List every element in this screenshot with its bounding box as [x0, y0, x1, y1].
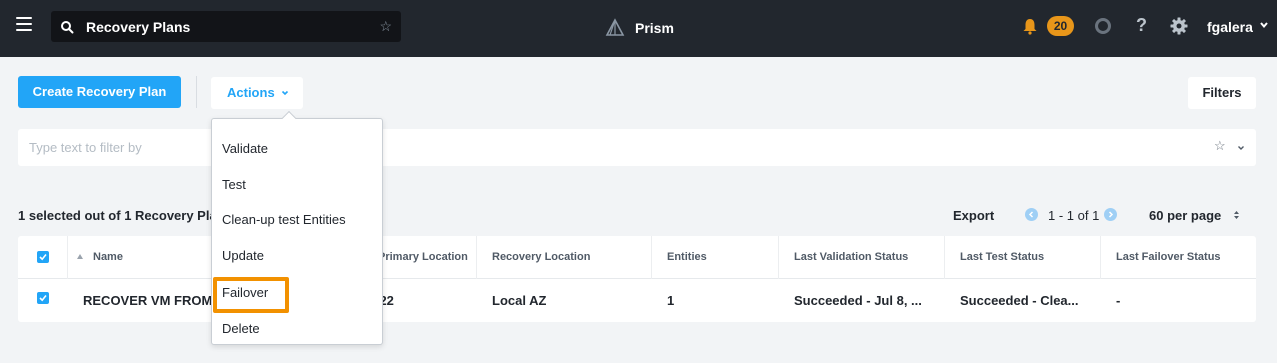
cell-last-test-status: Succeeded - Clea...	[960, 293, 1079, 308]
column-divider	[1100, 236, 1101, 279]
star-icon[interactable]: ☆	[1214, 138, 1226, 154]
actions-label: Actions	[227, 85, 275, 100]
star-icon[interactable]: ☆	[379, 18, 392, 35]
column-divider	[476, 236, 477, 279]
filter-input[interactable]	[18, 129, 1198, 166]
global-search[interactable]: Recovery Plans ☆	[51, 11, 401, 42]
column-header-recovery-location[interactable]: Recovery Location	[492, 236, 590, 279]
notification-count-badge[interactable]: 20	[1047, 16, 1074, 36]
chevron-down-icon	[281, 90, 289, 96]
top-bar: Recovery Plans ☆ Prism 20 ? fgalera	[0, 0, 1277, 57]
column-divider	[651, 236, 652, 279]
cell-last-failover-status: -	[1116, 293, 1121, 308]
actions-dropdown-button[interactable]: Actions	[211, 77, 303, 109]
sort-ascending-icon[interactable]	[77, 254, 83, 259]
table-header: Name Primary Location Recovery Location …	[18, 236, 1256, 279]
sort-arrows-icon[interactable]	[1233, 210, 1240, 220]
gear-icon[interactable]	[1170, 17, 1188, 35]
export-link[interactable]: Export	[953, 208, 994, 223]
column-divider	[944, 236, 945, 279]
cell-recovery-location: Local AZ	[492, 293, 547, 308]
checkmark-icon	[39, 253, 47, 261]
column-header-last-test-status[interactable]: Last Test Status	[960, 236, 1044, 279]
filters-button[interactable]: Filters	[1188, 77, 1256, 109]
health-status-icon[interactable]	[1095, 18, 1111, 34]
chevron-left-icon	[1028, 211, 1034, 218]
column-divider	[67, 236, 68, 279]
selection-summary: 1 selected out of 1 Recovery Plans	[18, 208, 232, 223]
select-all-checkbox[interactable]	[37, 251, 49, 263]
recovery-plans-table: Name Primary Location Recovery Location …	[18, 236, 1256, 322]
filter-bar: ☆	[18, 129, 1256, 166]
create-recovery-plan-button[interactable]: Create Recovery Plan	[18, 76, 181, 108]
menu-item-test[interactable]: Test	[222, 177, 246, 192]
prism-logo-icon	[605, 18, 625, 36]
toolbar-divider	[196, 76, 197, 108]
menu-item-update[interactable]: Update	[222, 248, 264, 263]
checkmark-icon	[39, 294, 47, 302]
column-header-primary-location[interactable]: Primary Location	[378, 236, 474, 279]
menu-item-clean-up-test-entities[interactable]: Clean-up test Entities	[222, 212, 346, 227]
row-checkbox[interactable]	[37, 292, 49, 304]
chevron-down-icon[interactable]	[1259, 20, 1269, 30]
search-icon	[61, 21, 74, 34]
menu-item-failover[interactable]: Failover	[222, 285, 268, 300]
column-header-last-failover-status[interactable]: Last Failover Status	[1116, 236, 1221, 279]
chevron-down-icon[interactable]	[1237, 144, 1245, 152]
actions-dropdown-menu: Validate Test Clean-up test Entities Upd…	[211, 110, 383, 345]
next-page-button[interactable]	[1104, 208, 1117, 221]
cell-entities: 1	[667, 293, 675, 308]
chevron-right-icon	[1108, 211, 1114, 218]
hamburger-menu-icon[interactable]	[16, 17, 32, 31]
search-query-text[interactable]: Recovery Plans	[86, 19, 190, 35]
menu-pointer	[281, 110, 297, 126]
column-header-name[interactable]: Name	[93, 236, 123, 279]
help-icon[interactable]: ?	[1136, 15, 1147, 36]
bell-icon[interactable]	[1021, 17, 1039, 35]
column-header-entities[interactable]: Entities	[667, 236, 707, 279]
column-header-last-validation-status[interactable]: Last Validation Status	[794, 236, 908, 279]
menu-item-delete[interactable]: Delete	[222, 321, 260, 336]
previous-page-button[interactable]	[1025, 208, 1038, 221]
menu-item-validate[interactable]: Validate	[222, 141, 268, 156]
cell-last-validation-status: Succeeded - Jul 8, ...	[794, 293, 922, 308]
column-divider	[778, 236, 779, 279]
pagination-text: 1 - 1 of 1	[1048, 208, 1100, 223]
app-name: Prism	[635, 20, 674, 36]
user-menu-name[interactable]: fgalera	[1207, 19, 1253, 35]
per-page-select[interactable]: 60 per page	[1149, 208, 1221, 223]
brand: Prism	[605, 17, 674, 39]
